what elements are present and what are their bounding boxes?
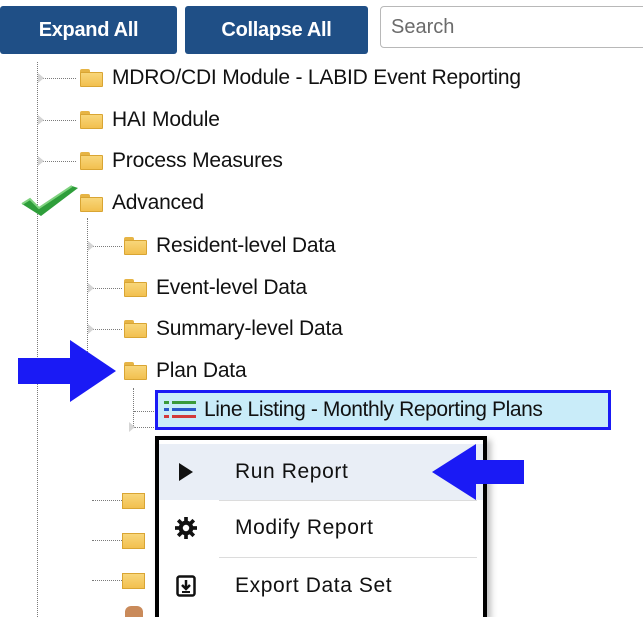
tree-connector bbox=[134, 411, 154, 412]
tree-node-process-measures[interactable]: Process Measures bbox=[80, 143, 283, 179]
tree-node-label: Process Measures bbox=[112, 149, 283, 172]
expand-toggle-icon[interactable] bbox=[88, 324, 94, 334]
checkmark-icon bbox=[21, 185, 78, 216]
tree-node-label: Plan Data bbox=[156, 359, 247, 382]
callout-arrow-icon bbox=[18, 340, 116, 402]
folder-icon bbox=[80, 69, 103, 87]
tree-connector bbox=[92, 246, 122, 247]
expand-toggle-icon[interactable] bbox=[88, 241, 94, 251]
expand-toggle-icon[interactable] bbox=[38, 73, 44, 83]
expand-toggle-icon[interactable] bbox=[88, 283, 94, 293]
tree-node-mdro-cdi[interactable]: MDRO/CDI Module - LABID Event Reporting bbox=[80, 60, 521, 96]
export-icon bbox=[171, 575, 201, 597]
tree-connector bbox=[42, 161, 76, 162]
folder-icon bbox=[122, 493, 145, 509]
tree-connector bbox=[92, 500, 122, 501]
folder-icon bbox=[124, 320, 147, 338]
expand-all-button[interactable]: Expand All bbox=[0, 6, 177, 54]
expand-toggle-icon[interactable] bbox=[38, 115, 44, 125]
tree-node-label: HAI Module bbox=[112, 108, 220, 131]
menu-item-export-data-set[interactable]: Export Data Set bbox=[159, 558, 483, 614]
folder-icon bbox=[122, 573, 145, 589]
tree-node-label: Resident-level Data bbox=[156, 234, 336, 257]
expand-toggle-icon[interactable] bbox=[38, 156, 44, 166]
search-input[interactable] bbox=[380, 6, 643, 48]
report-label: Line Listing - Monthly Reporting Plans bbox=[204, 398, 543, 421]
tree-connector bbox=[92, 288, 122, 289]
gear-icon bbox=[171, 517, 201, 539]
user-icon bbox=[125, 606, 143, 617]
callout-arrow-icon bbox=[432, 444, 524, 500]
folder-icon bbox=[124, 279, 147, 297]
tree-connector bbox=[92, 540, 122, 541]
tree-node-hai-module[interactable]: HAI Module bbox=[80, 102, 220, 138]
folder-icon bbox=[124, 237, 147, 255]
tree-node-label: Summary-level Data bbox=[156, 317, 343, 340]
folder-icon bbox=[122, 533, 145, 549]
report-line-listing-monthly-plans[interactable]: Line Listing - Monthly Reporting Plans bbox=[155, 390, 611, 430]
tree-connector bbox=[42, 120, 76, 121]
menu-item-label: Modify Report bbox=[235, 516, 374, 539]
tree-connector bbox=[92, 329, 122, 330]
folder-icon bbox=[80, 152, 103, 170]
collapse-all-button[interactable]: Collapse All bbox=[185, 6, 368, 54]
tree-node-label: Event-level Data bbox=[156, 276, 307, 299]
menu-item-label: Export Data Set bbox=[235, 574, 393, 597]
expand-toggle-icon[interactable] bbox=[129, 422, 135, 432]
tree-node-label: MDRO/CDI Module - LABID Event Reporting bbox=[112, 66, 521, 89]
tree-connector bbox=[134, 427, 154, 428]
folder-icon bbox=[80, 194, 103, 212]
line-listing-icon bbox=[164, 399, 196, 421]
tree-node-label: Advanced bbox=[112, 191, 204, 214]
tree-node-resident-level-data[interactable]: Resident-level Data bbox=[124, 228, 336, 264]
folder-icon bbox=[124, 362, 147, 380]
tree-node-plan-data[interactable]: Plan Data bbox=[124, 353, 247, 389]
tree-node-summary-level-data[interactable]: Summary-level Data bbox=[124, 311, 343, 347]
menu-item-modify-report[interactable]: Modify Report bbox=[159, 500, 483, 556]
tree-node-event-level-data[interactable]: Event-level Data bbox=[124, 270, 307, 306]
tree-connector bbox=[42, 78, 76, 79]
tree-node-advanced[interactable]: Advanced bbox=[80, 185, 204, 221]
play-icon bbox=[171, 462, 201, 482]
menu-item-label: Run Report bbox=[235, 460, 349, 483]
folder-icon bbox=[80, 111, 103, 129]
tree-connector bbox=[92, 580, 122, 581]
